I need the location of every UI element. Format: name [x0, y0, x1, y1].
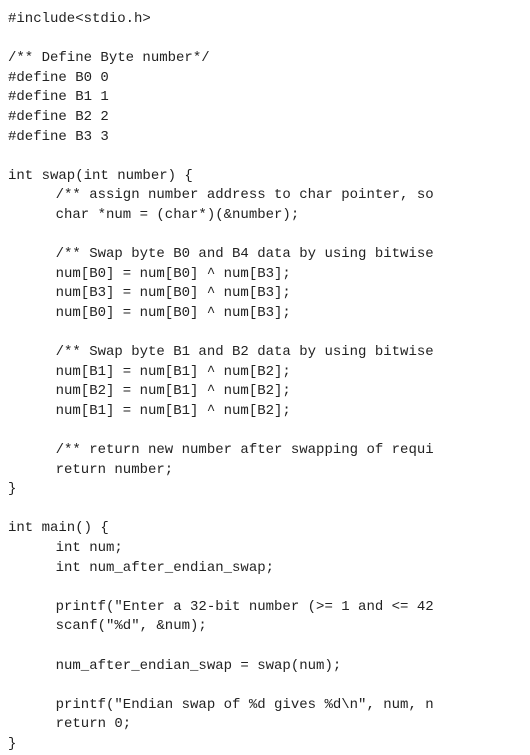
code-line: /** assign number address to char pointe… — [8, 186, 522, 206]
code-line: num[B1] = num[B1] ^ num[B2]; — [8, 402, 522, 422]
code-line: char *num = (char*)(&number); — [8, 206, 522, 226]
code-line: /** return new number after swapping of … — [8, 441, 522, 461]
code-block: #include<stdio.h> /** Define Byte number… — [8, 10, 522, 755]
code-line: } — [8, 735, 522, 755]
code-line: num[B0] = num[B0] ^ num[B3]; — [8, 304, 522, 324]
code-line: /** Swap byte B1 and B2 data by using bi… — [8, 343, 522, 363]
code-line — [8, 578, 522, 598]
code-line: #define B1 1 — [8, 88, 522, 108]
code-line: return 0; — [8, 715, 522, 735]
code-line: num_after_endian_swap = swap(num); — [8, 657, 522, 677]
code-line: int swap(int number) { — [8, 167, 522, 187]
code-line: num[B1] = num[B1] ^ num[B2]; — [8, 363, 522, 383]
code-line: #define B3 3 — [8, 128, 522, 148]
code-line: /** Swap byte B0 and B4 data by using bi… — [8, 245, 522, 265]
code-line: scanf("%d", &num); — [8, 617, 522, 637]
code-line: #define B0 0 — [8, 69, 522, 89]
code-line: /** Define Byte number*/ — [8, 49, 522, 69]
code-line: num[B3] = num[B0] ^ num[B3]; — [8, 284, 522, 304]
code-line: #define B2 2 — [8, 108, 522, 128]
code-line: #include<stdio.h> — [8, 10, 522, 30]
code-line — [8, 500, 522, 520]
code-line: printf("Endian swap of %d gives %d\n", n… — [8, 696, 522, 716]
code-line: int num_after_endian_swap; — [8, 559, 522, 579]
code-line — [8, 637, 522, 657]
code-line: int num; — [8, 539, 522, 559]
code-line — [8, 30, 522, 50]
code-line — [8, 421, 522, 441]
code-line: } — [8, 480, 522, 500]
code-line — [8, 676, 522, 696]
code-line — [8, 147, 522, 167]
code-line — [8, 226, 522, 246]
code-line — [8, 324, 522, 344]
code-line: num[B0] = num[B0] ^ num[B3]; — [8, 265, 522, 285]
code-line: printf("Enter a 32-bit number (>= 1 and … — [8, 598, 522, 618]
code-line: num[B2] = num[B1] ^ num[B2]; — [8, 382, 522, 402]
code-line: int main() { — [8, 519, 522, 539]
code-line: return number; — [8, 461, 522, 481]
